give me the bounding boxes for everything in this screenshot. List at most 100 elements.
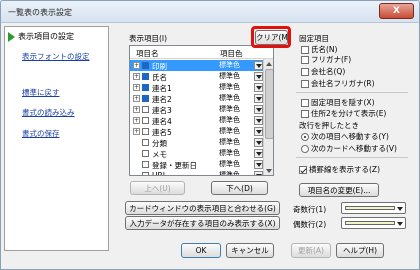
settings-window: 一覧表の表示設定 X 表示項目の設定 表示フォントの設定 標準に戻す 書式の読み… <box>0 0 420 270</box>
items-list[interactable]: 項目名 項目色 + 印刷 標準色 + 氏名 標準色 + 連名1 標準色 + 連名2 標準色 + 連名3 標準… <box>129 45 274 176</box>
list-header: 項目名 項目色 <box>130 46 273 59</box>
move-down-button[interactable]: 下へ(D) <box>211 181 268 195</box>
fixed-company-checkbox[interactable]: 会社名(Q) <box>301 66 345 77</box>
checkbox-label: 固定項目を隠す(X) <box>311 98 375 107</box>
checkbox-box <box>301 98 309 107</box>
chevron-down-icon[interactable] <box>254 61 263 70</box>
list-item[interactable]: + 印刷 標準色 <box>130 60 263 71</box>
match-card-window-button[interactable]: カードウィンドウの表示項目と合わせる(G) <box>125 201 280 215</box>
checkbox-label: 会社名フリガナ(R) <box>311 79 375 88</box>
split-address-checkbox[interactable]: 住所2を分けて表示(E) <box>301 108 386 119</box>
list-item[interactable]: 登録・更新日 標準色 <box>130 159 263 170</box>
scroll-up-icon[interactable] <box>266 62 272 66</box>
nav-item-display-items[interactable]: 表示項目の設定 <box>8 31 74 42</box>
chevron-down-icon[interactable] <box>254 127 263 136</box>
list-item[interactable]: + 連名3 標準色 <box>130 104 263 115</box>
ok-button[interactable]: OK <box>181 243 221 258</box>
item-checkbox[interactable] <box>142 117 149 124</box>
radio-label: 次のカードへ移動する(V) <box>311 144 397 153</box>
item-color: 標準色 <box>219 138 240 146</box>
list-item[interactable]: + 連名5 標準色 <box>130 126 263 137</box>
move-next-item-radio[interactable]: 次の項目へ移動する(Y) <box>301 131 389 142</box>
list-item[interactable]: URL 標準色 <box>130 170 263 175</box>
chevron-down-icon[interactable] <box>254 94 263 103</box>
chevron-down-icon[interactable] <box>254 72 263 81</box>
nav-link-load-format[interactable]: 書式の読み込み <box>22 107 75 118</box>
item-color: 標準色 <box>219 116 240 124</box>
list-item[interactable]: + 連名1 標準色 <box>130 82 263 93</box>
item-checkbox[interactable] <box>142 128 149 135</box>
nav-link-save-format[interactable]: 書式の保存 <box>22 128 60 139</box>
item-color: 標準色 <box>219 94 240 102</box>
horizontal-line-checkbox[interactable]: 横罫線を表示する(Z) <box>299 164 380 175</box>
checkbox-label: 住所2を分けて表示(E) <box>311 109 387 118</box>
expand-icon[interactable]: + <box>133 95 140 102</box>
divider <box>296 157 408 158</box>
expand-icon[interactable]: + <box>133 73 140 80</box>
cancel-button[interactable]: キャンセル <box>226 243 274 258</box>
list-scrollbar[interactable] <box>263 59 273 175</box>
fixed-company-furigana-checkbox[interactable]: 会社名フリガナ(R) <box>301 78 375 89</box>
odd-row-color-select[interactable] <box>341 202 406 214</box>
item-checkbox[interactable] <box>142 84 149 91</box>
chevron-down-icon[interactable] <box>254 171 263 175</box>
list-item[interactable]: 分類 標準色 <box>130 137 263 148</box>
list-item[interactable]: + 連名2 標準色 <box>130 93 263 104</box>
show-existing-data-button[interactable]: 入力データが存在する項目のみ表示する(X) <box>125 216 280 230</box>
item-checkbox[interactable] <box>142 62 149 69</box>
expand-icon[interactable]: + <box>133 128 140 135</box>
checkbox-box <box>301 79 309 88</box>
radio-dot <box>301 132 309 141</box>
help-button[interactable]: ヘルプ(H) <box>336 243 384 258</box>
item-checkbox[interactable] <box>142 95 149 102</box>
nav-item-label: 表示項目の設定 <box>18 32 74 41</box>
chevron-down-icon[interactable] <box>254 138 263 147</box>
item-checkbox[interactable] <box>142 150 149 157</box>
items-label: 表示項目(I) <box>129 34 168 43</box>
radio-dot <box>301 144 309 153</box>
list-item[interactable]: メモ 標準色 <box>130 148 263 159</box>
expand-icon[interactable]: + <box>133 106 140 113</box>
fixed-furigana-checkbox[interactable]: フリガナ(F) <box>301 54 351 65</box>
nav-link-reset[interactable]: 標準に戻す <box>22 87 60 98</box>
apply-button[interactable]: 更新(A) <box>291 243 331 258</box>
chevron-down-icon[interactable] <box>254 105 263 114</box>
expand-icon[interactable]: + <box>133 117 140 124</box>
rename-item-button[interactable]: 項目名の変更(E)... <box>299 183 379 197</box>
chevron-down-icon[interactable] <box>254 116 263 125</box>
divider <box>296 92 408 93</box>
chevron-down-icon[interactable] <box>254 149 263 158</box>
item-checkbox[interactable] <box>142 172 149 175</box>
chevron-down-icon[interactable] <box>254 160 263 169</box>
item-checkbox[interactable] <box>142 106 149 113</box>
odd-row-label: 奇数行(1) <box>293 205 327 214</box>
item-color: 標準色 <box>219 83 240 91</box>
even-row-color-select[interactable] <box>341 217 406 229</box>
hide-fixed-checkbox[interactable]: 固定項目を隠す(X) <box>301 97 375 108</box>
expand-icon[interactable]: + <box>133 62 140 69</box>
scroll-thumb[interactable] <box>265 69 273 139</box>
checkbox-label: 会社名(Q) <box>311 67 346 76</box>
col-header-name: 項目名 <box>136 49 159 58</box>
expand-icon[interactable]: + <box>133 84 140 91</box>
col-header-color: 項目色 <box>220 49 243 58</box>
nav-pane: 表示項目の設定 表示フォントの設定 標準に戻す 書式の読み込み 書式の保存 <box>4 26 109 251</box>
move-up-button[interactable]: 上へ(U) <box>130 181 185 195</box>
item-color: 標準色 <box>219 160 240 168</box>
item-color: 標準色 <box>219 72 240 80</box>
nav-link-font[interactable]: 表示フォントの設定 <box>22 51 90 62</box>
scroll-down-icon[interactable] <box>266 169 272 173</box>
chevron-down-icon <box>397 207 403 211</box>
item-checkbox[interactable] <box>142 161 149 168</box>
title-bar: 一覧表の表示設定 X <box>1 1 419 23</box>
close-button[interactable]: X <box>379 3 414 19</box>
list-item[interactable]: + 氏名 標準色 <box>130 71 263 82</box>
radio-label: 次の項目へ移動する(Y) <box>311 132 389 141</box>
checkbox-box <box>299 165 307 174</box>
chevron-down-icon[interactable] <box>254 83 263 92</box>
list-item[interactable]: + 連名4 標準色 <box>130 115 263 126</box>
item-checkbox[interactable] <box>142 139 149 146</box>
item-checkbox[interactable] <box>142 73 149 80</box>
move-next-card-radio[interactable]: 次のカードへ移動する(V) <box>301 143 397 154</box>
checkbox-label: 横罫線を表示する(Z) <box>309 165 380 174</box>
